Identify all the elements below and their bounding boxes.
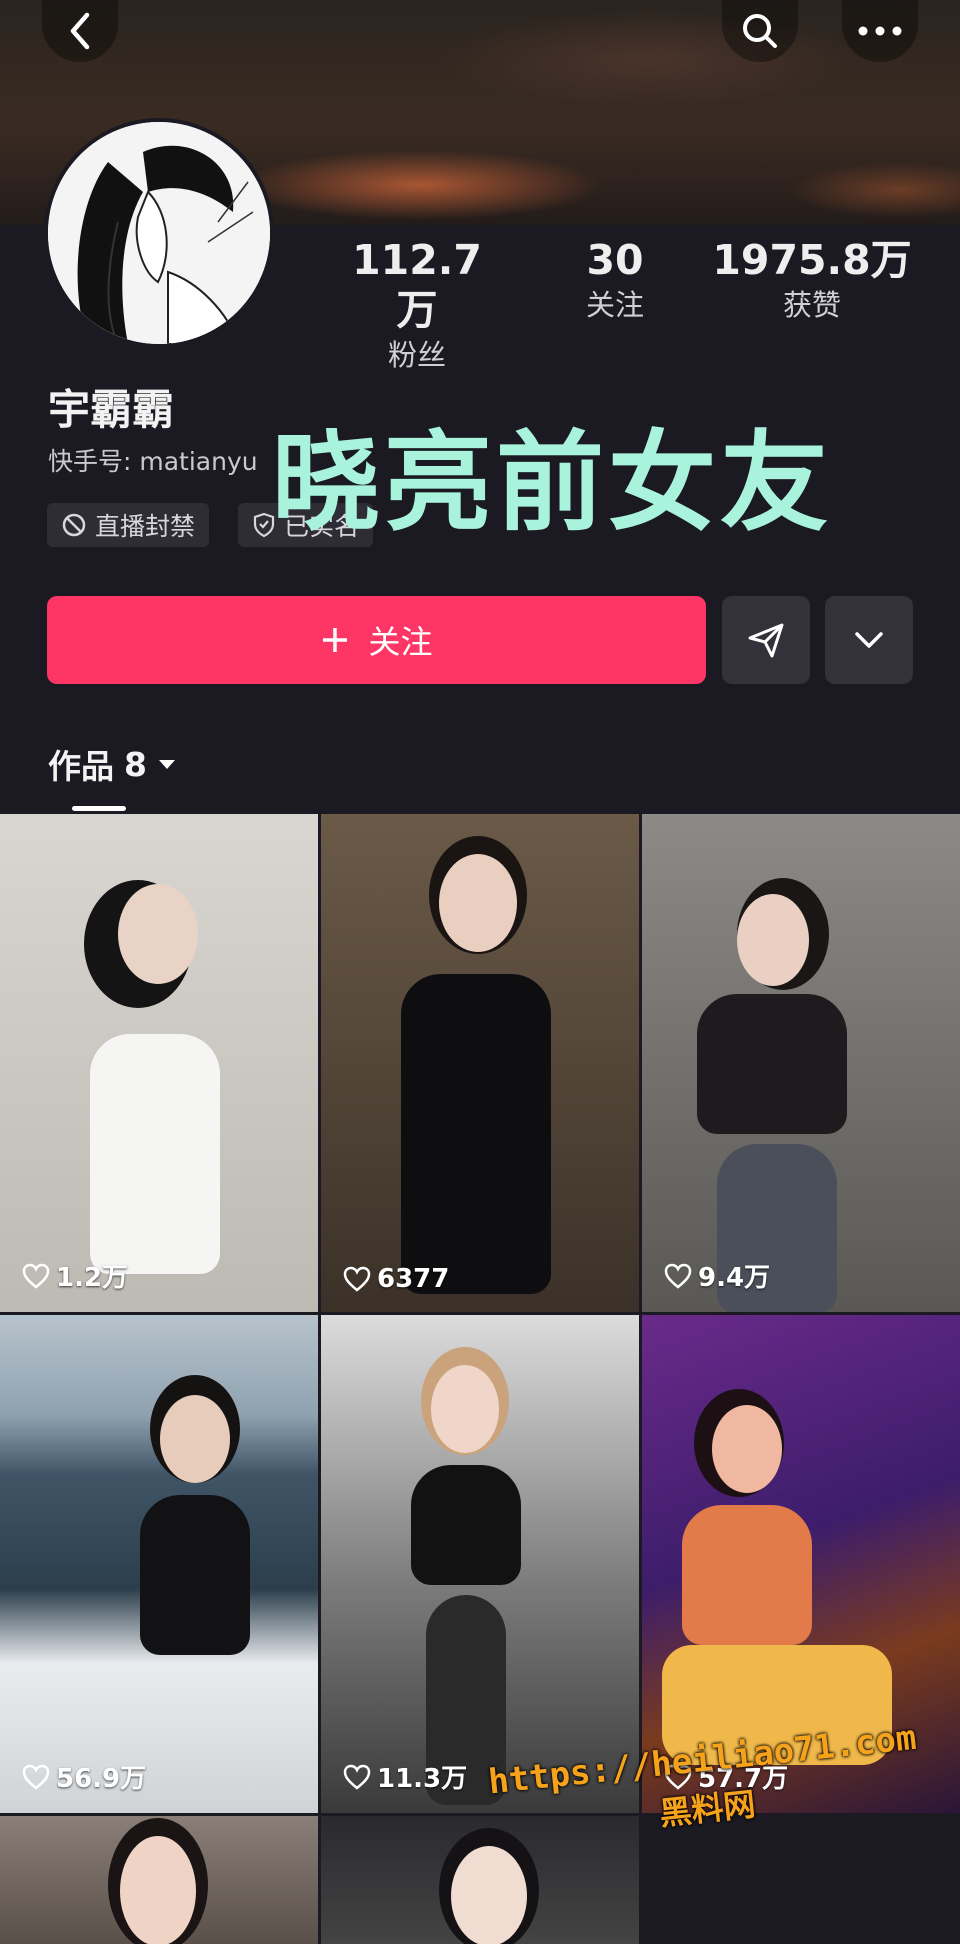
stat-likes-label: 获赞 [782,288,841,322]
tag-live-banned: 直播封禁 [47,503,210,547]
like-count: 11.3万 [343,1758,467,1795]
stat-following[interactable]: 30 关注 [555,235,675,325]
stat-likes[interactable]: 1975.8万 获赞 [712,235,912,325]
video-figure [120,1836,196,1944]
video-thumbnail[interactable]: 11.3万 [321,1315,639,1813]
like-count-value: 1.2万 [56,1263,129,1293]
video-figure [160,1395,230,1483]
overlay-title: 晓亮前女友 [272,421,833,546]
chevron-down-icon [855,632,883,648]
tag-live-banned-label: 直播封禁 [95,512,196,541]
tab-works[interactable]: 作品 8 [48,740,177,788]
like-count: 9.4万 [664,1257,770,1294]
follow-label: 关注 [368,623,433,661]
stat-following-value: 30 [586,236,644,284]
video-figure [451,1846,527,1944]
stat-fans-value: 112.7万 [352,236,482,334]
stat-fans[interactable]: 112.7万 粉丝 [332,235,502,375]
video-figure [411,1465,521,1585]
video-thumbnail[interactable] [0,1816,318,1944]
video-thumbnail[interactable]: 56.9万 [0,1315,318,1813]
avatar-illustration [48,122,270,344]
tab-works-label: 作品 [48,747,114,786]
like-count-value: 56.9万 [56,1764,147,1794]
video-thumbnail[interactable]: 1.2万 [0,814,318,1312]
video-thumbnail[interactable]: 6377 [321,814,639,1312]
video-figure [697,994,847,1134]
kuaishou-id: 快手号: matianyu [48,447,258,476]
follow-button[interactable]: 关注 [47,596,706,684]
like-count: 56.9万 [22,1758,146,1795]
like-count-value: 6377 [377,1264,450,1294]
like-count: 6377 [343,1264,449,1294]
video-figure [712,1405,782,1493]
send-icon [748,623,784,658]
video-figure [140,1495,250,1655]
like-count-value: 11.3万 [377,1764,468,1794]
heart-icon [22,1764,50,1790]
heart-icon [343,1764,371,1790]
chevron-left-icon [70,12,90,50]
profile-name: 宇霸霸 [48,385,175,434]
plus-icon [323,628,348,652]
video-figure [439,854,517,952]
caret-down-icon [158,760,175,769]
video-figure [431,1365,499,1453]
more-options-button[interactable] [825,596,913,684]
avatar[interactable] [44,118,274,348]
stat-following-label: 关注 [585,288,644,322]
more-dots-icon [858,26,902,36]
like-count-value: 9.4万 [698,1263,771,1293]
video-figure [401,974,551,1294]
share-button[interactable] [722,596,810,684]
video-figure [118,884,198,984]
heart-icon [664,1263,692,1289]
search-icon [743,14,777,48]
heart-icon [343,1266,371,1292]
video-figure [737,894,809,986]
tab-active-indicator [72,806,126,811]
video-thumbnail[interactable]: 9.4万 [642,814,960,1312]
stat-fans-label: 粉丝 [387,338,446,372]
tab-works-count: 8 [124,744,147,784]
ban-icon [62,513,86,537]
heart-icon [22,1263,50,1289]
video-figure [682,1505,812,1645]
video-figure [90,1034,220,1274]
stat-likes-value: 1975.8万 [712,236,912,284]
like-count: 1.2万 [22,1257,128,1294]
